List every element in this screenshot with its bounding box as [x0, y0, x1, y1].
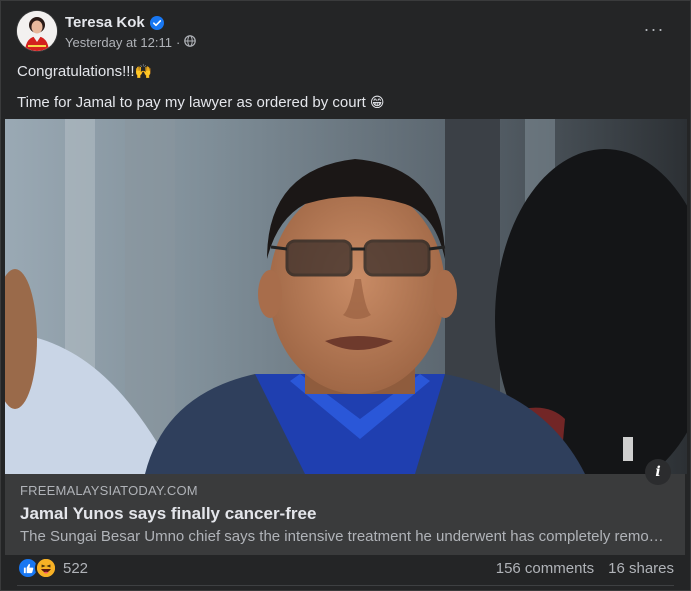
post-timestamp[interactable]: Yesterday at 12:11: [65, 35, 172, 50]
stats-divider: [17, 585, 674, 586]
link-meta: FREEMALAYSIATODAY.COM Jamal Yunos says f…: [20, 483, 670, 546]
avatar-image: [17, 11, 57, 51]
post-text: Congratulations!!!🙌 Time for Jamal to pa…: [17, 61, 674, 123]
comments-count[interactable]: 156 comments: [496, 560, 594, 577]
link-description: The Sungai Besar Umno chief says the int…: [20, 528, 670, 545]
author-avatar[interactable]: [17, 11, 57, 51]
author-line: Teresa Kok: [65, 14, 164, 31]
info-icon[interactable]: i: [645, 459, 671, 485]
more-options-button[interactable]: ···: [640, 15, 668, 43]
verified-badge-icon: [149, 15, 164, 30]
text-congrats: Congratulations!!!: [17, 63, 135, 80]
facebook-post: Teresa Kok Yesterday at 12:11 · ··· Cong…: [0, 0, 691, 591]
grin-emoji: 😁: [369, 94, 385, 110]
link-domain: FREEMALAYSIATODAY.COM: [20, 483, 198, 498]
meta-separator: ·: [175, 35, 181, 50]
engagement-counts: 156 comments 16 shares: [496, 560, 674, 577]
post-text-line-2: Time for Jamal to pay my lawyer as order…: [17, 92, 674, 113]
author-name[interactable]: Teresa Kok: [65, 14, 145, 31]
reactions-count[interactable]: 522: [63, 560, 88, 577]
post-stats: 522 156 comments 16 shares: [17, 557, 674, 579]
haha-icon: [35, 557, 57, 579]
globe-icon[interactable]: [184, 35, 197, 50]
link-title[interactable]: Jamal Yunos says finally cancer-free: [20, 504, 670, 524]
raised-hands-emoji: 🙌: [134, 63, 153, 79]
post-header: Teresa Kok Yesterday at 12:11 · ···: [17, 11, 674, 55]
text-lawyer: Time for Jamal to pay my lawyer as order…: [17, 94, 366, 111]
reaction-icons: [17, 557, 57, 579]
post-text-line-1: Congratulations!!!🙌: [17, 61, 674, 82]
link-preview-image[interactable]: [5, 119, 687, 474]
news-photo: [5, 119, 687, 474]
shares-count[interactable]: 16 shares: [608, 560, 674, 577]
link-preview-card[interactable]: i FREEMALAYSIATODAY.COM Jamal Yunos says…: [5, 119, 687, 555]
post-meta: Yesterday at 12:11 ·: [65, 35, 197, 50]
reactions-summary[interactable]: 522: [17, 557, 88, 579]
